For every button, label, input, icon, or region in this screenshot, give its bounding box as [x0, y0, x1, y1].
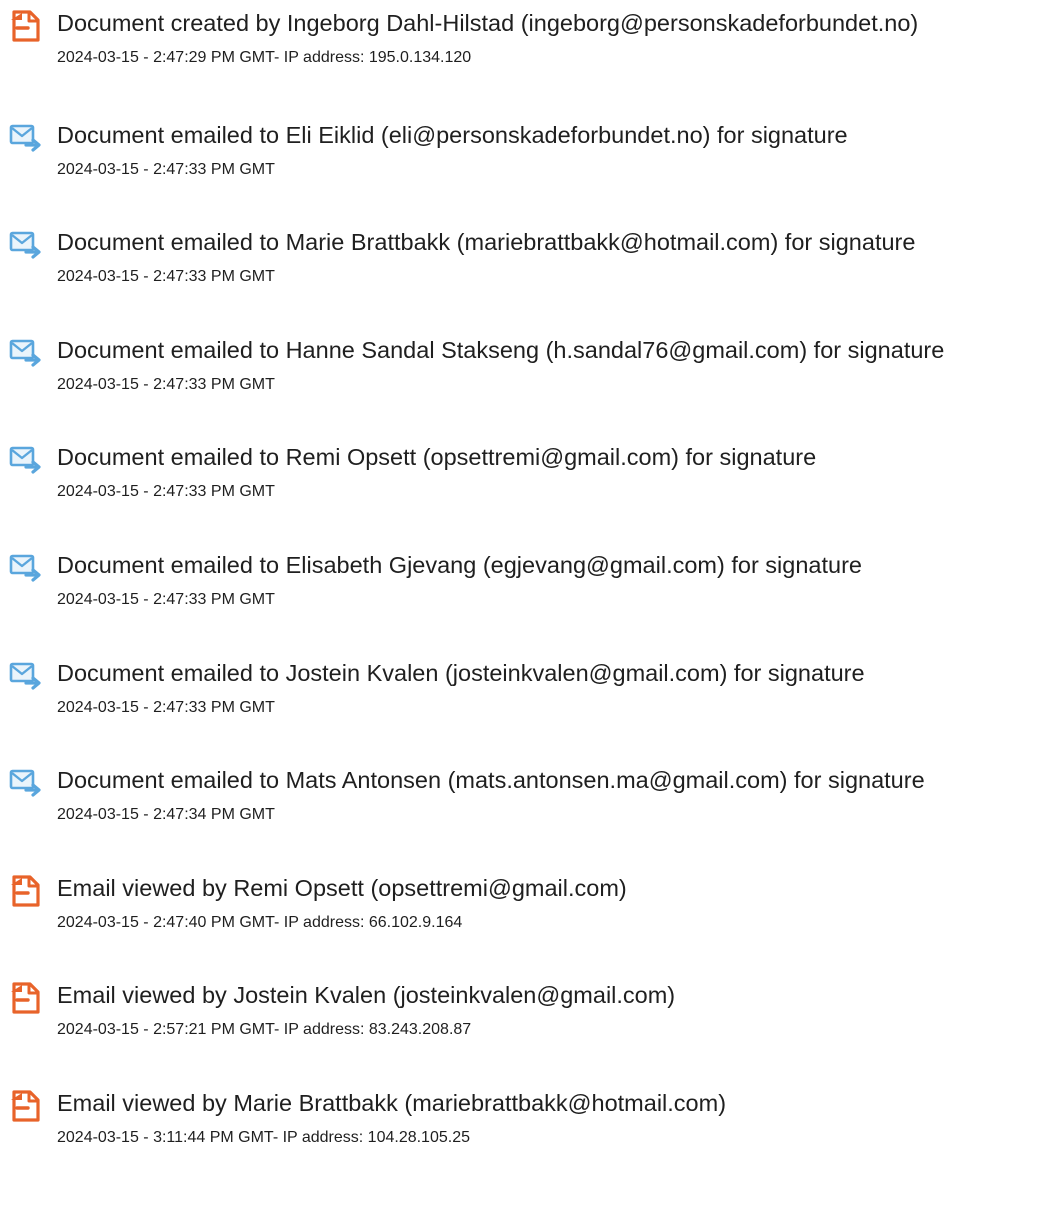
- event-title: Document emailed to Remi Opsett (opsettr…: [57, 444, 817, 470]
- event-title: Document emailed to Marie Brattbakk (mar…: [57, 229, 916, 255]
- document-icon: [8, 873, 44, 909]
- event-timestamp: 2024-03-15 - 2:47:33 PM GMT: [57, 699, 275, 716]
- event-title: Document emailed to Eli Eiklid (eli@pers…: [57, 122, 848, 148]
- audit-event: Document created by Ingeborg Dahl-Hilsta…: [0, 8, 1064, 108]
- audit-event: Document emailed to Marie Brattbakk (mar…: [0, 227, 1064, 327]
- event-title: Document emailed to Jostein Kvalen (jost…: [57, 660, 865, 686]
- audit-event: Email viewed by Remi Opsett (opsettremi@…: [0, 873, 1064, 973]
- event-title: Document created by Ingeborg Dahl-Hilsta…: [57, 10, 919, 36]
- email-sent-icon: [8, 227, 44, 263]
- event-timestamp: 2024-03-15 - 2:57:21 PM GMT- IP address:…: [57, 1021, 472, 1038]
- event-title: Document emailed to Hanne Sandal Staksen…: [57, 337, 945, 363]
- audit-event: Email viewed by Marie Brattbakk (mariebr…: [0, 1088, 1064, 1188]
- email-sent-icon: [8, 120, 44, 156]
- event-title: Document emailed to Mats Antonsen (mats.…: [57, 767, 925, 793]
- audit-event: Document emailed to Elisabeth Gjevang (e…: [0, 550, 1064, 650]
- document-icon: [8, 8, 44, 44]
- event-timestamp: 2024-03-15 - 2:47:34 PM GMT: [57, 806, 275, 823]
- event-title: Email viewed by Remi Opsett (opsettremi@…: [57, 875, 627, 901]
- email-sent-icon: [8, 765, 44, 801]
- event-timestamp: 2024-03-15 - 2:47:33 PM GMT: [57, 483, 275, 500]
- email-sent-icon: [8, 335, 44, 371]
- event-timestamp: 2024-03-15 - 2:47:40 PM GMT- IP address:…: [57, 914, 463, 931]
- event-timestamp: 2024-03-15 - 2:47:33 PM GMT: [57, 161, 275, 178]
- audit-event: Document emailed to Mats Antonsen (mats.…: [0, 765, 1064, 865]
- event-timestamp: 2024-03-15 - 2:47:33 PM GMT: [57, 376, 275, 393]
- audit-event: Email viewed by Jostein Kvalen (josteink…: [0, 980, 1064, 1080]
- audit-event: Document emailed to Eli Eiklid (eli@pers…: [0, 120, 1064, 220]
- event-timestamp: 2024-03-15 - 2:47:33 PM GMT: [57, 268, 275, 285]
- event-timestamp: 2024-03-15 - 3:11:44 PM GMT- IP address:…: [57, 1129, 470, 1146]
- event-title: Document emailed to Elisabeth Gjevang (e…: [57, 552, 862, 578]
- document-icon: [8, 980, 44, 1016]
- audit-event: Document emailed to Remi Opsett (opsettr…: [0, 442, 1064, 542]
- event-timestamp: 2024-03-15 - 2:47:29 PM GMT- IP address:…: [57, 49, 472, 66]
- event-timestamp: 2024-03-15 - 2:47:33 PM GMT: [57, 591, 275, 608]
- event-title: Email viewed by Jostein Kvalen (josteink…: [57, 982, 676, 1008]
- audit-event: Document emailed to Jostein Kvalen (jost…: [0, 658, 1064, 758]
- document-icon: [8, 1088, 44, 1124]
- email-sent-icon: [8, 658, 44, 694]
- audit-event: Document emailed to Hanne Sandal Staksen…: [0, 335, 1064, 435]
- email-sent-icon: [8, 442, 44, 478]
- event-title: Email viewed by Marie Brattbakk (mariebr…: [57, 1090, 727, 1116]
- email-sent-icon: [8, 550, 44, 586]
